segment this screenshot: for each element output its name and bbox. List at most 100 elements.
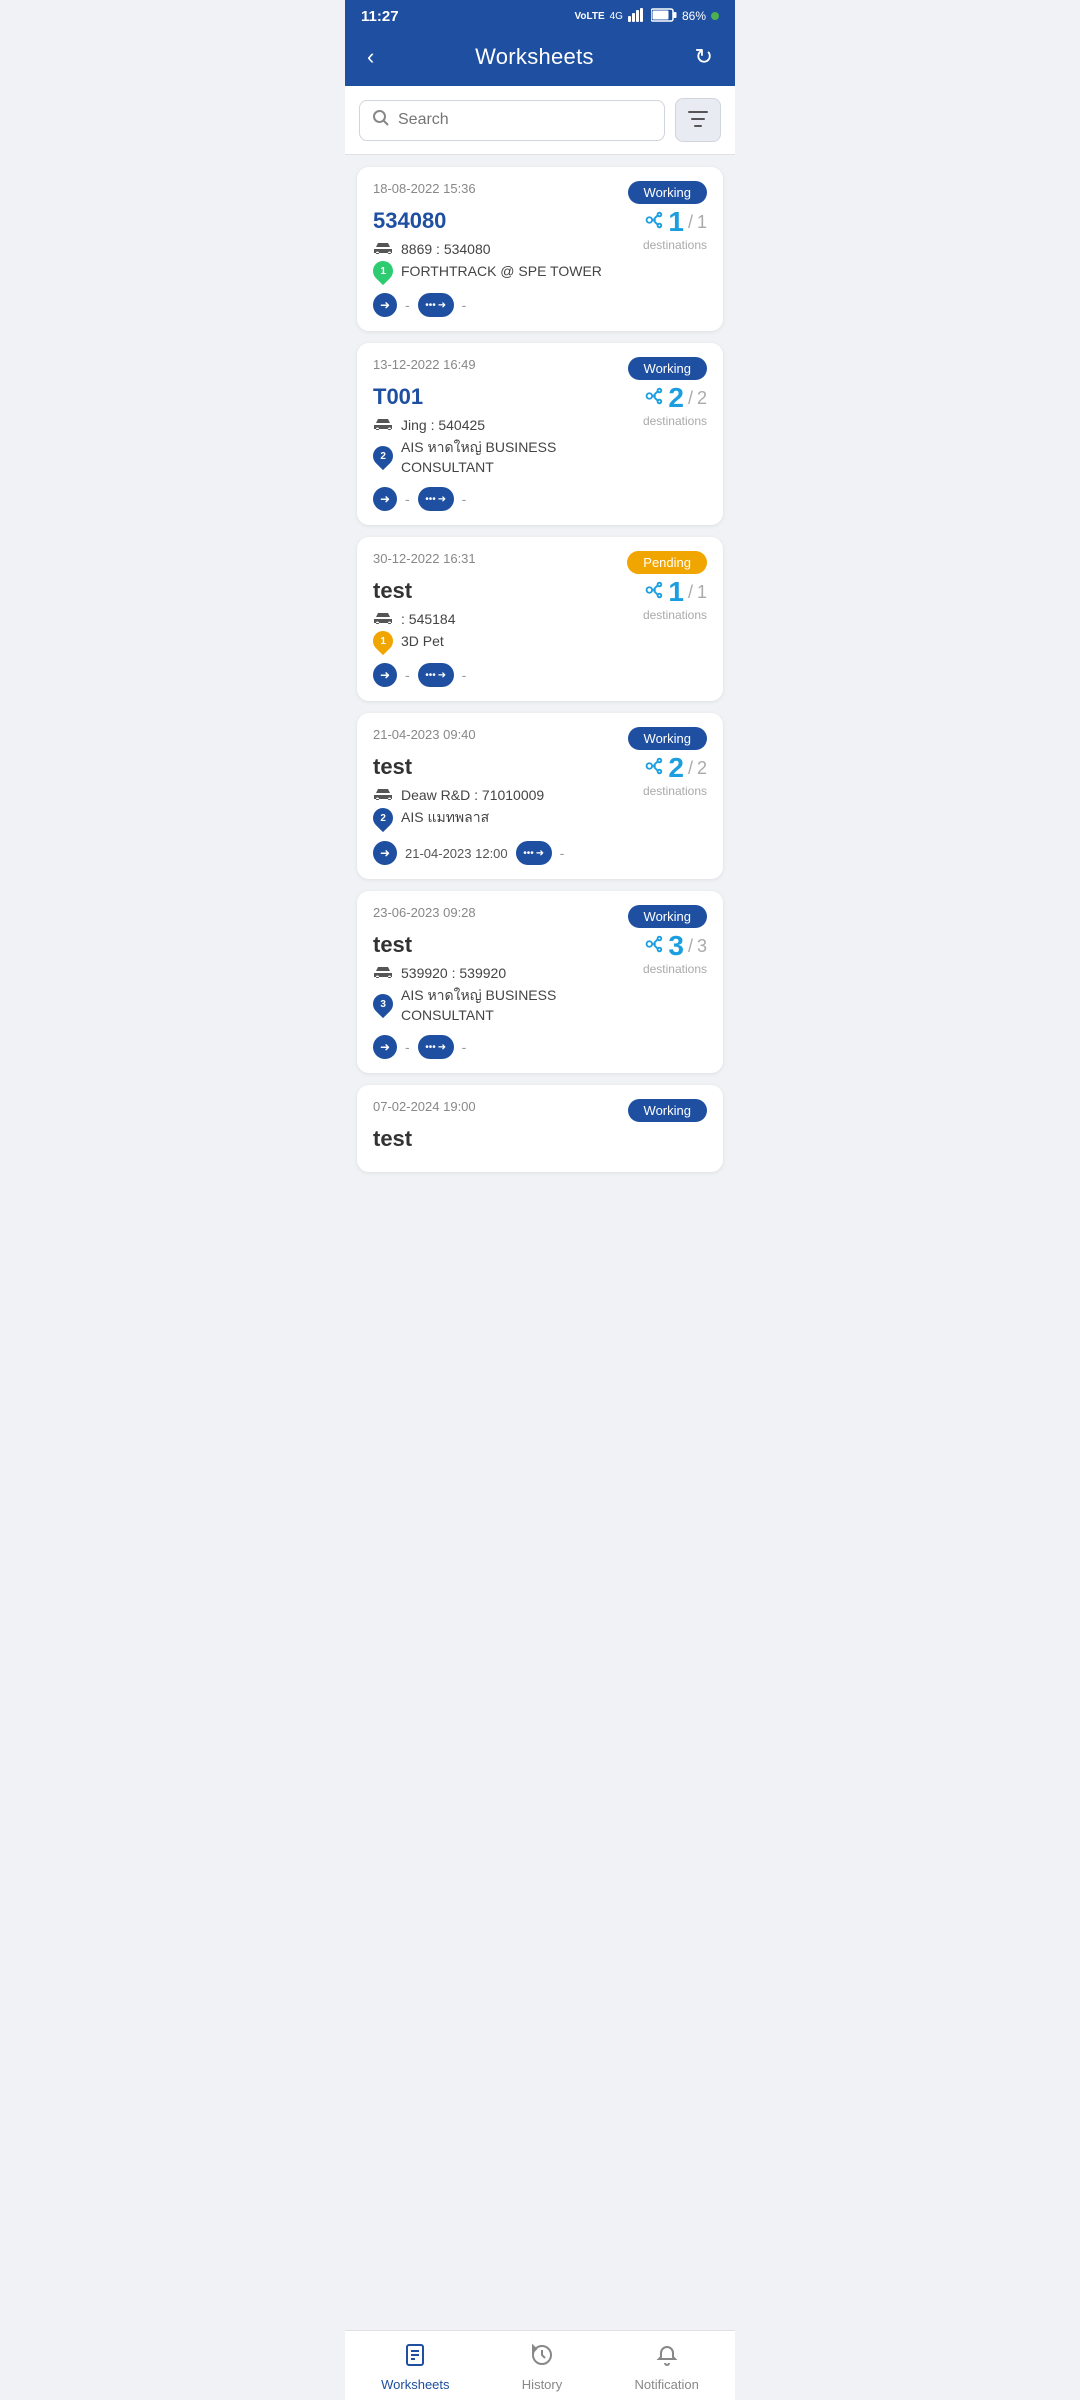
- worksheet-card-1[interactable]: 18-08-2022 15:36 Working 534080 8869 : 5…: [357, 167, 723, 331]
- dest-label-3: destinations: [642, 608, 707, 622]
- nav-history-label: History: [522, 2377, 562, 2392]
- card-datetime-2: 13-12-2022 16:49: [373, 357, 476, 372]
- car-icon-1: [373, 240, 393, 257]
- network-icon: 4G: [610, 11, 623, 22]
- status-bar: 11:27 VoLTE 4G 86%: [345, 0, 735, 32]
- location-label-4: AIS แมทพลาส: [401, 807, 489, 829]
- card-list: 18-08-2022 15:36 Working 534080 8869 : 5…: [345, 155, 735, 1252]
- nav-worksheets[interactable]: Worksheets: [361, 2341, 469, 2394]
- worksheet-card-2[interactable]: 13-12-2022 16:49 Working T001 Jing : 540…: [357, 343, 723, 525]
- mid-arrow-icon-3: ••• ➜: [418, 663, 454, 687]
- route-icon-5: [642, 933, 664, 960]
- battery-icon: [651, 8, 677, 25]
- location-label-3: 3D Pet: [401, 633, 444, 649]
- card-datetime-3: 30-12-2022 16:31: [373, 551, 476, 566]
- card-datetime-5: 23-06-2023 09:28: [373, 905, 476, 920]
- dest-count-1: 1: [668, 208, 684, 236]
- search-input[interactable]: [398, 111, 652, 129]
- worksheet-id-5: test: [373, 932, 642, 958]
- mid-arrow-icon-5: ••• ➜: [418, 1035, 454, 1059]
- vehicle-row-3: : 545184: [373, 610, 642, 627]
- vehicle-label-1: 8869 : 534080: [401, 241, 491, 257]
- back-icon: ‹: [367, 44, 374, 69]
- mid-arrow-icon-1: ••• ➜: [418, 293, 454, 317]
- location-row-1: 1 FORTHTRACK @ SPE TOWER: [373, 261, 642, 281]
- dest-count-4: 2: [668, 754, 684, 782]
- refresh-icon: ↻: [695, 44, 713, 69]
- signal-icon: [628, 8, 646, 25]
- dest-count-3: 1: [668, 578, 684, 606]
- mid-arrow-icon-2: ••• ➜: [418, 487, 454, 511]
- nav-worksheets-label: Worksheets: [381, 2377, 449, 2392]
- worksheet-id-6: test: [373, 1126, 707, 1152]
- card-footer-5: ➜ - ••• ➜ -: [373, 1035, 707, 1059]
- vehicle-label-3: : 545184: [401, 611, 456, 627]
- history-icon: [530, 2343, 554, 2373]
- search-icon: [372, 109, 390, 132]
- location-row-4: 2 AIS แมทพลาส: [373, 807, 642, 829]
- card-datetime-4: 21-04-2023 09:40: [373, 727, 476, 742]
- footer-start-2: -: [405, 491, 410, 507]
- dest-count-5: 3: [668, 932, 684, 960]
- filter-button[interactable]: [675, 98, 721, 142]
- dest-total-2: 2: [697, 388, 707, 409]
- filter-icon: [688, 110, 708, 131]
- start-arrow-icon-4: ➜: [373, 841, 397, 865]
- card-datetime-6: 07-02-2024 19:00: [373, 1099, 476, 1114]
- footer-mid-2: -: [462, 491, 467, 507]
- nav-history[interactable]: History: [502, 2341, 582, 2394]
- card-footer-2: ➜ - ••• ➜ -: [373, 487, 707, 511]
- nav-notification-label: Notification: [635, 2377, 699, 2392]
- battery-dot: [711, 12, 719, 20]
- start-arrow-icon-5: ➜: [373, 1035, 397, 1059]
- route-icon-1: [642, 209, 664, 236]
- footer-start-5: -: [405, 1039, 410, 1055]
- location-label-1: FORTHTRACK @ SPE TOWER: [401, 263, 602, 279]
- worksheet-card-3[interactable]: 30-12-2022 16:31 Pending test : 545184 1…: [357, 537, 723, 701]
- refresh-button[interactable]: ↻: [691, 42, 717, 72]
- route-icon-4: [642, 755, 664, 782]
- footer-mid-5: -: [462, 1039, 467, 1055]
- pin-icon-2: 2: [369, 442, 397, 470]
- worksheet-card-5[interactable]: 23-06-2023 09:28 Working test 539920 : 5…: [357, 891, 723, 1073]
- dest-label-4: destinations: [642, 784, 707, 798]
- dest-sep-1: /: [688, 212, 693, 233]
- vehicle-row-2: Jing : 540425: [373, 416, 642, 433]
- destinations-3: 1 / 1 destinations: [642, 578, 707, 622]
- dest-label-2: destinations: [642, 414, 707, 428]
- back-button[interactable]: ‹: [363, 42, 378, 72]
- nav-notification[interactable]: Notification: [615, 2341, 719, 2394]
- footer-mid-3: -: [462, 667, 467, 683]
- location-label-2: AIS หาดใหญ่ BUSINESS CONSULTANT: [401, 437, 642, 475]
- car-icon-5: [373, 964, 393, 981]
- vehicle-label-5: 539920 : 539920: [401, 965, 506, 981]
- card-footer-3: ➜ - ••• ➜ -: [373, 663, 707, 687]
- worksheet-card-4[interactable]: 21-04-2023 09:40 Working test Deaw R&D :…: [357, 713, 723, 879]
- route-icon-3: [642, 579, 664, 606]
- dest-total-4: 2: [697, 758, 707, 779]
- card-footer-1: ➜ - ••• ➜ -: [373, 293, 707, 317]
- status-icons: VoLTE 4G 86%: [574, 8, 719, 25]
- dest-label-1: destinations: [642, 238, 707, 252]
- dest-count-2: 2: [668, 384, 684, 412]
- worksheet-id-4: test: [373, 754, 642, 780]
- vehicle-label-4: Deaw R&D : 71010009: [401, 787, 544, 803]
- location-row-5: 3 AIS หาดใหญ่ BUSINESS CONSULTANT: [373, 985, 642, 1023]
- dest-total-3: 1: [697, 582, 707, 603]
- start-arrow-icon-2: ➜: [373, 487, 397, 511]
- dest-sep-3: /: [688, 582, 693, 603]
- status-badge-3: Pending: [627, 551, 707, 574]
- pin-icon-1: 1: [369, 257, 397, 285]
- footer-mid-4: -: [560, 845, 565, 861]
- pin-icon-5: 3: [369, 990, 397, 1018]
- vehicle-row-1: 8869 : 534080: [373, 240, 642, 257]
- worksheets-icon: [403, 2343, 427, 2373]
- destinations-4: 2 / 2 destinations: [642, 754, 707, 798]
- location-row-2: 2 AIS หาดใหญ่ BUSINESS CONSULTANT: [373, 437, 642, 475]
- status-badge-1: Working: [628, 181, 707, 204]
- status-badge-6: Working: [628, 1099, 707, 1122]
- page-title: Worksheets: [475, 44, 594, 70]
- dest-total-1: 1: [697, 212, 707, 233]
- worksheet-card-6[interactable]: 07-02-2024 19:00 Working test: [357, 1085, 723, 1172]
- car-icon-2: [373, 416, 393, 433]
